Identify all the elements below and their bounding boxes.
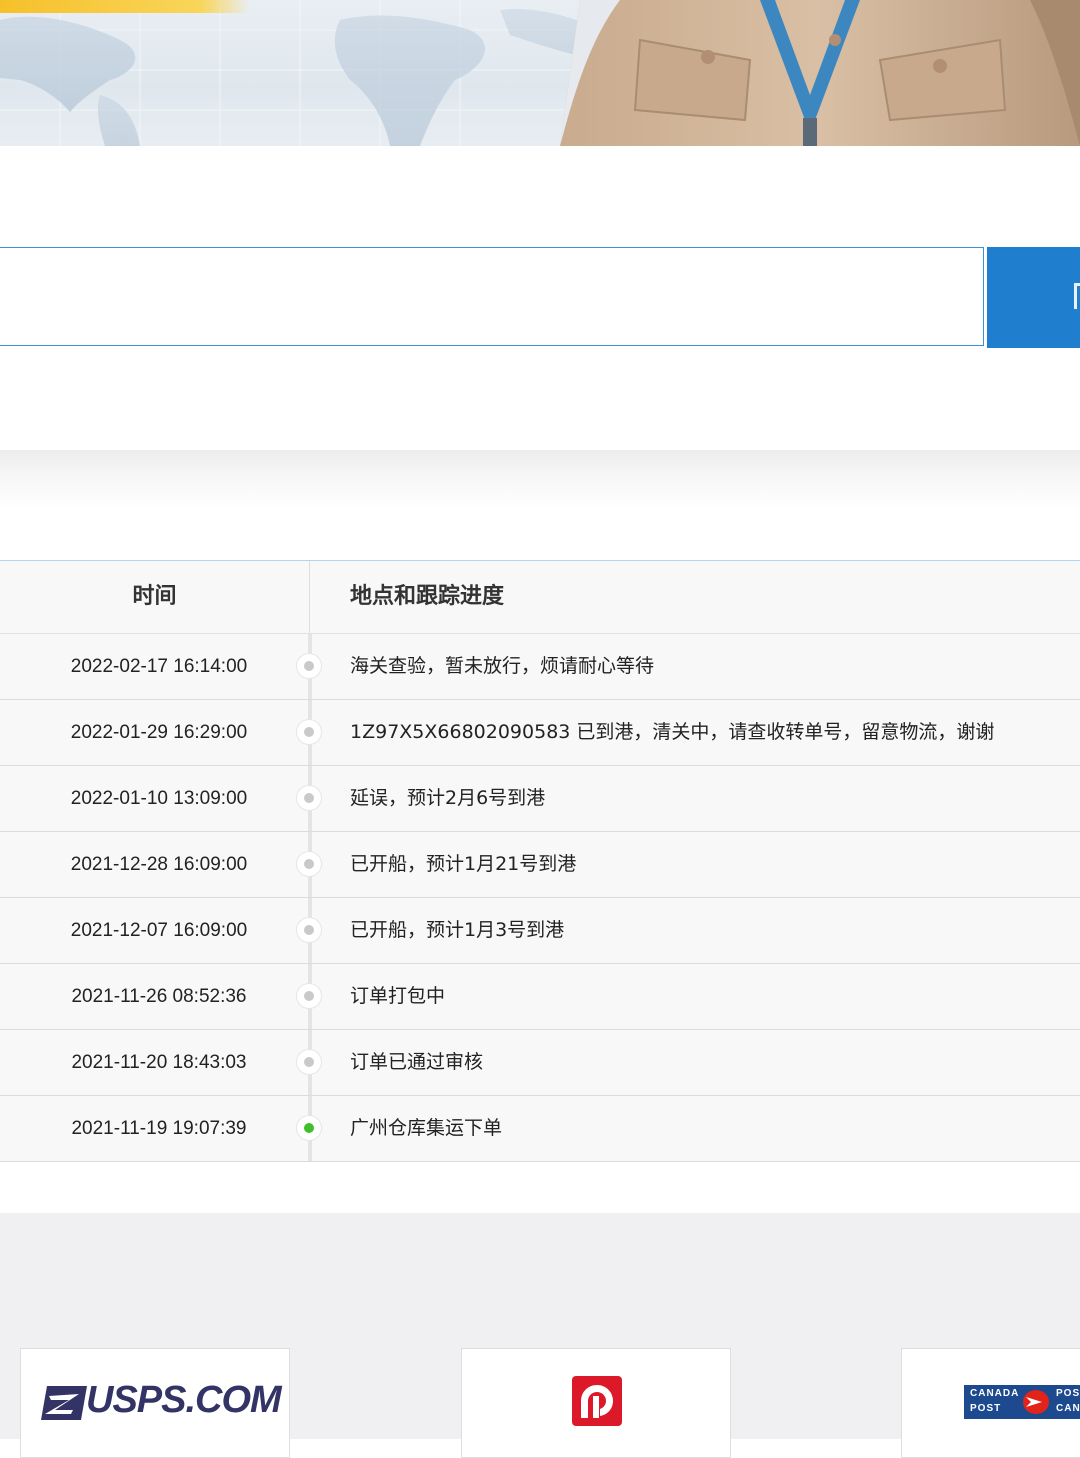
timeline-dot-icon	[296, 653, 322, 679]
timeline-dot-icon	[296, 785, 322, 811]
canada-post-text-3: POS	[1056, 1388, 1080, 1399]
timeline-dot-icon	[296, 851, 322, 877]
event-time: 2021-12-07 16:09:00	[70, 920, 248, 941]
table-row: 2022-01-10 13:09:00 延误，预计2月6号到港	[0, 766, 1080, 832]
event-description: 1Z97X5X66802090583 已到港，清关中，请查收转单号，留意物流，谢…	[350, 721, 995, 743]
event-time: 2022-02-17 16:14:00	[70, 656, 248, 677]
canada-post-logo-card[interactable]: CANADA POST POS CAN	[901, 1348, 1080, 1458]
australia-post-logo-card[interactable]	[461, 1348, 731, 1458]
world-map-illustration	[0, 0, 600, 146]
table-row: 2021-12-28 16:09:00 已开船，预计1月21号到港	[0, 832, 1080, 898]
search-button[interactable]	[987, 247, 1080, 348]
table-row: 2021-11-20 18:43:03 订单已通过审核	[0, 1030, 1080, 1096]
event-time: 2021-11-20 18:43:03	[71, 1052, 247, 1073]
event-time: 2022-01-29 16:29:00	[70, 722, 248, 743]
event-description: 海关查验，暂未放行，烦请耐心等待	[350, 655, 655, 677]
event-description: 订单已通过审核	[350, 1051, 484, 1073]
event-description: 延误，预计2月6号到港	[350, 787, 546, 809]
timeline-dot-icon	[296, 1049, 322, 1075]
table-body: 2022-02-17 16:14:00 海关查验，暂未放行，烦请耐心等待 2022-…	[0, 634, 1080, 1162]
table-row: 2022-01-29 16:29:00 1Z97X5X66802090583 已到…	[0, 700, 1080, 766]
event-description: 已开船，预计1月21号到港	[350, 853, 577, 875]
timeline-dot-icon	[296, 983, 322, 1009]
timeline-dot-active-icon	[296, 1115, 322, 1141]
table-header: 时间 地点和跟踪进度	[0, 561, 1080, 634]
event-time: 2021-12-28 16:09:00	[70, 854, 248, 875]
event-time: 2022-01-10 13:09:00	[70, 788, 248, 809]
hero-banner	[0, 0, 1080, 146]
event-description: 订单打包中	[350, 985, 446, 1007]
partner-logos-section: USPS.COM CANADA POST POS CAN	[0, 1213, 1080, 1458]
canada-post-logo: CANADA POST POS CAN	[964, 1385, 1080, 1419]
header-divider	[309, 561, 310, 633]
usps-logo-text: USPS.COM	[86, 1379, 282, 1421]
time-column-header: 时间	[132, 584, 177, 609]
event-time: 2021-11-26 08:52:36	[71, 986, 247, 1007]
australia-post-logo-icon	[572, 1376, 622, 1426]
courier-person-photo	[560, 0, 1080, 146]
timeline-dot-icon	[296, 917, 322, 943]
table-row: 2021-12-07 16:09:00 已开船，预计1月3号到港	[0, 898, 1080, 964]
canada-post-flag-icon	[1023, 1390, 1049, 1414]
section-divider	[0, 450, 1080, 510]
canada-post-text-2: POST	[970, 1403, 1002, 1414]
banner-accent-strip	[0, 0, 250, 13]
event-time: 2021-11-19 19:07:39	[71, 1118, 247, 1139]
table-row: 2021-11-26 08:52:36 订单打包中	[0, 964, 1080, 1030]
search-icon	[1074, 283, 1080, 309]
tracking-table: 时间 地点和跟踪进度 2022-02-17 16:14:00 海关查验，暂未放行，…	[0, 560, 1080, 1162]
usps-eagle-icon	[41, 1386, 87, 1420]
event-description: 已开船，预计1月3号到港	[350, 919, 565, 941]
table-row: 2021-11-19 19:07:39 广州仓库集运下单	[0, 1096, 1080, 1162]
canada-post-text-1: CANADA	[970, 1388, 1020, 1399]
canada-post-text-4: CAN	[1056, 1403, 1080, 1414]
table-row: 2022-02-17 16:14:00 海关查验，暂未放行，烦请耐心等待	[0, 634, 1080, 700]
usps-logo-card[interactable]: USPS.COM	[20, 1348, 290, 1458]
event-description: 广州仓库集运下单	[350, 1117, 503, 1139]
timeline-dot-icon	[296, 719, 322, 745]
tracking-number-input[interactable]	[0, 247, 984, 346]
location-column-header: 地点和跟踪进度	[350, 584, 505, 609]
